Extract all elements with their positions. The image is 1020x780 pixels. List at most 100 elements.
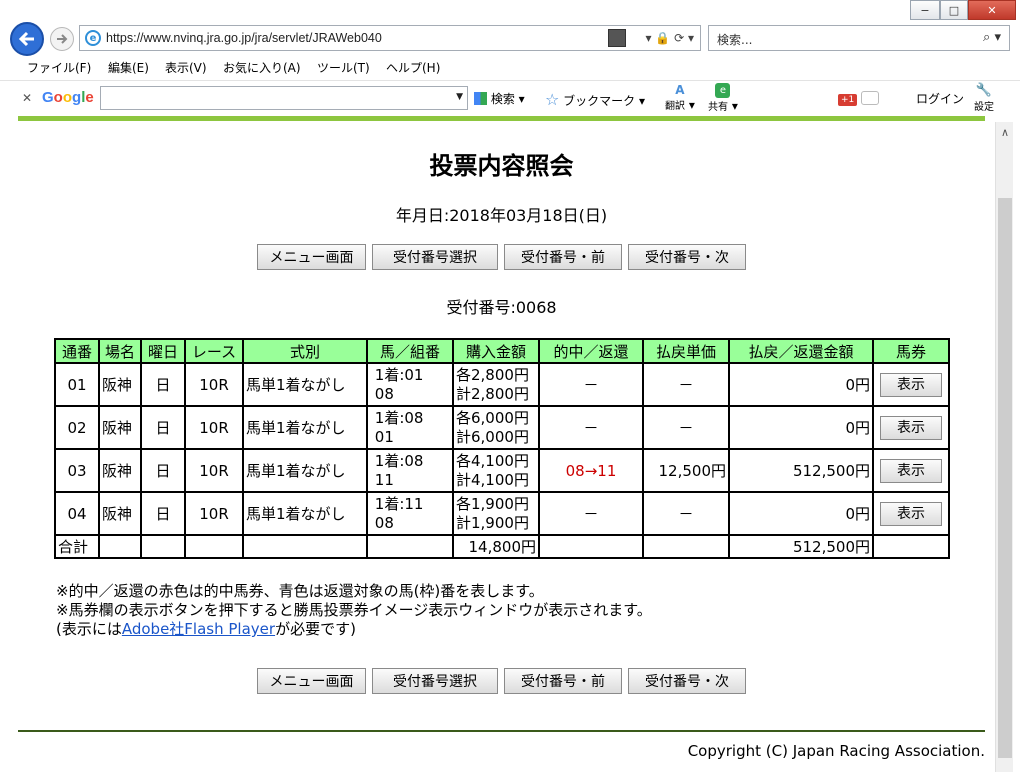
row-amount: 各2,800円 計2,800円 (452, 362, 540, 407)
share-icon: e (715, 83, 731, 98)
row-combo: 1着:08 11 (366, 448, 454, 493)
row-amount: 各6,000円 計6,000円 (452, 405, 540, 450)
lock-refresh-icons[interactable]: ▾ 🔒 ⟳ ▾ (646, 31, 695, 45)
close-window-button[interactable]: ✕ (968, 0, 1016, 20)
combo-first: 1着:11 (374, 494, 424, 513)
row-venue: 阪神 (98, 491, 142, 536)
total-empty (184, 534, 244, 559)
show-ticket-button[interactable]: 表示 (880, 372, 942, 397)
select-receipt-button[interactable]: 受付番号選択 (372, 244, 498, 270)
prev-receipt-button[interactable]: 受付番号・前 (504, 244, 622, 270)
minimize-button[interactable]: − (910, 0, 940, 20)
search-icon[interactable]: ⌕ ▾ (983, 30, 1001, 45)
row-payout: 512,500円 (728, 448, 874, 493)
row-combo: 1着:11 08 (366, 491, 454, 536)
col-header: 払戻／返還金額 (728, 338, 874, 364)
col-header: 的中／返還 (538, 338, 644, 364)
search-placeholder: 検索... (717, 33, 753, 47)
page-content: 投票内容照会 年月日:2018年03月18日(日) メニュー画面 受付番号選択 … (18, 122, 995, 772)
amount-total: 計1,900円 (456, 513, 529, 532)
amount-each: 各6,000円 (456, 408, 529, 427)
next-receipt-button[interactable]: 受付番号・次 (628, 668, 746, 694)
col-header: 通番 (54, 338, 100, 364)
url-bar[interactable]: e https://www.nvinq.jra.go.jp/jra/servle… (79, 25, 701, 51)
row-day: 日 (140, 362, 186, 407)
table-row: 03 阪神 日 10R 馬単1着ながし 1着:08 11 各4,100円 計4,1… (54, 448, 950, 493)
select-receipt-button[interactable]: 受付番号選択 (372, 668, 498, 694)
col-header: 式別 (242, 338, 368, 364)
menu-favorites[interactable]: お気に入り(A) (223, 59, 301, 76)
menu-bar: ファイル(F) 編集(E) 表示(V) お気に入り(A) ツール(T) ヘルプ(… (0, 56, 1020, 78)
amount-total: 計6,000円 (456, 427, 529, 446)
vertical-scrollbar[interactable]: ∧ (995, 122, 1013, 772)
row-ticket: 表示 (872, 491, 950, 536)
menu-file[interactable]: ファイル(F) (27, 59, 91, 76)
bookmark-button[interactable]: ☆ ブックマーク ▾ (545, 90, 645, 109)
amount-each: 各2,800円 (456, 365, 529, 384)
table-total-row: 合計 14,800円 512,500円 (54, 534, 950, 559)
share-button[interactable]: e 共有 ▾ (708, 83, 738, 113)
maximize-button[interactable]: □ (940, 0, 968, 20)
close-toolbar-icon[interactable]: ✕ (22, 91, 32, 105)
translate-label: 翻訳 (665, 101, 685, 112)
row-hit: － (538, 491, 644, 536)
amount-total: 計4,100円 (456, 470, 529, 489)
row-ticket: 表示 (872, 405, 950, 450)
next-receipt-button[interactable]: 受付番号・次 (628, 244, 746, 270)
note-line: (表示にはAdobe社Flash Playerが必要です) (56, 620, 652, 639)
show-ticket-button[interactable]: 表示 (880, 501, 942, 526)
row-amount: 各4,100円 計4,100円 (452, 448, 540, 493)
note-text: が必要です) (275, 620, 356, 638)
login-button[interactable]: ログイン (916, 90, 964, 107)
settings-button[interactable]: 🔧 設定 (974, 83, 994, 113)
date-line: 年月日:2018年03月18日(日) (395, 206, 608, 225)
scroll-thumb[interactable] (998, 198, 1012, 758)
google-search-button[interactable]: 検索 ▾ (474, 90, 525, 107)
menu-help[interactable]: ヘルプ(H) (386, 59, 440, 76)
row-unit: － (642, 362, 730, 407)
show-ticket-button[interactable]: 表示 (880, 458, 942, 483)
row-unit: － (642, 405, 730, 450)
col-header: 払戻単価 (642, 338, 730, 364)
back-button[interactable] (10, 22, 44, 56)
toolbar-divider (18, 116, 985, 121)
col-header: 曜日 (140, 338, 186, 364)
gplus-toggle[interactable] (861, 91, 880, 105)
row-payout: 0円 (728, 405, 874, 450)
menu-tools[interactable]: ツール(T) (317, 59, 370, 76)
gplus-icon: +1 (838, 94, 858, 106)
google-g-icon (474, 92, 487, 105)
row-combo: 1着:08 01 (366, 405, 454, 450)
row-type: 馬単1着ながし (242, 362, 368, 407)
page-icon (608, 29, 626, 47)
bottom-button-row: メニュー画面 受付番号選択 受付番号・前 受付番号・次 (257, 668, 746, 694)
copyright: Copyright (C) Japan Racing Association. (687, 742, 985, 760)
scroll-up-icon[interactable]: ∧ (996, 126, 1014, 142)
amount-each: 各1,900円 (456, 494, 529, 513)
forward-button[interactable] (50, 27, 74, 51)
menu-edit[interactable]: 編集(E) (108, 59, 149, 76)
row-no: 04 (54, 491, 100, 536)
combo-first: 1着:08 (374, 408, 424, 427)
menu-screen-button[interactable]: メニュー画面 (257, 244, 366, 270)
dropdown-arrow-icon[interactable]: ▼ (456, 92, 463, 102)
show-ticket-button[interactable]: 表示 (880, 415, 942, 440)
menu-view[interactable]: 表示(V) (165, 59, 207, 76)
receipt-number: 受付番号:0068 (446, 298, 557, 317)
row-venue: 阪神 (98, 448, 142, 493)
combo-second: 01 (374, 427, 394, 446)
google-search-input[interactable]: ▼ (100, 86, 468, 110)
prev-receipt-button[interactable]: 受付番号・前 (504, 668, 622, 694)
total-empty (538, 534, 644, 559)
gplus-button[interactable]: +1 (838, 91, 880, 106)
row-type: 馬単1着ながし (242, 405, 368, 450)
translate-button[interactable]: A 翻訳 ▾ (665, 83, 695, 112)
row-day: 日 (140, 491, 186, 536)
menu-screen-button[interactable]: メニュー画面 (257, 668, 366, 694)
browser-search-box[interactable]: 検索... ⌕ ▾ (708, 25, 1010, 51)
flash-player-link[interactable]: Adobe社Flash Player (122, 620, 275, 638)
settings-label: 設定 (974, 102, 994, 113)
star-icon: ☆ (545, 90, 560, 109)
row-no: 02 (54, 405, 100, 450)
row-day: 日 (140, 448, 186, 493)
